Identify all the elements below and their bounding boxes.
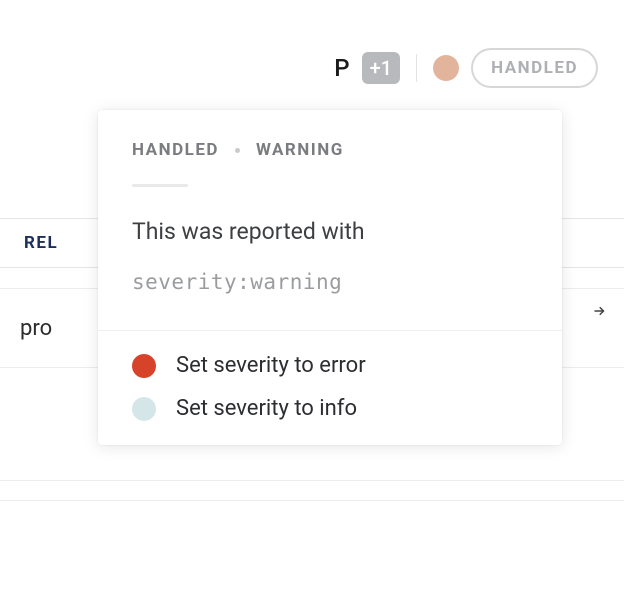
divider [0,480,624,481]
tag-severity: WARNING [256,140,344,160]
tab-label-fragment[interactable]: REL [24,233,58,253]
popover-header: HANDLED WARNING [98,110,562,187]
divider [0,500,624,501]
popover-body: This was reported with severity:warning [98,187,562,294]
action-label: Set severity to error [176,353,366,378]
popover-message: This was reported with [132,215,528,248]
severity-info-icon [132,397,156,421]
tag-handled: HANDLED [132,140,219,160]
project-letter: P [334,54,349,82]
row-text-fragment: pro [20,316,52,341]
action-label: Set severity to info [176,396,357,421]
action-set-severity-info[interactable]: Set severity to info [132,394,528,423]
chevron-right-icon[interactable] [584,296,614,326]
popover-actions: Set severity to error Set severity to in… [98,331,562,423]
severity-popover: HANDLED WARNING This was reported with s… [98,110,562,445]
additional-count-badge[interactable]: +1 [362,52,400,84]
action-set-severity-error[interactable]: Set severity to error [132,351,528,380]
dot-separator-icon [235,148,240,153]
popover-code: severity:warning [132,270,528,294]
popover-tags: HANDLED WARNING [132,140,528,160]
severity-error-icon [132,354,156,378]
divider [416,54,417,82]
severity-indicator-dot[interactable] [433,55,459,81]
handled-status-pill[interactable]: HANDLED [471,48,598,88]
issue-header-row: P +1 HANDLED [334,48,598,88]
